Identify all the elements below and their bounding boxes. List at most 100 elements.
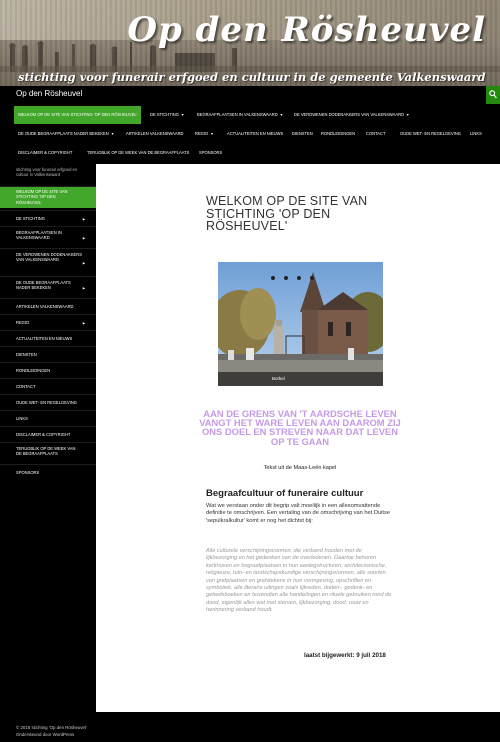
nav-item-disclaimer[interactable]: Disclaimer & copyright [14, 144, 76, 162]
nav-item-diensten[interactable]: Diensten [288, 125, 317, 143]
nav-item-label: De Stichting [150, 112, 179, 117]
search-button[interactable] [486, 86, 500, 104]
sidebar-item-label: Actualiteiten en nieuws [16, 336, 73, 341]
sidebar-item-welkom[interactable]: Welkom op de site van Stichting 'Op den … [0, 186, 96, 208]
slider-dot[interactable] [297, 276, 301, 280]
slider-caption: Borkel [218, 372, 383, 386]
sidebar-item-oude-begraafplaats[interactable]: De oude begraafplaats nader bekeken ► [0, 276, 96, 298]
nav-item-welkom[interactable]: Welkom op de site van Stichting 'Op den … [14, 106, 142, 124]
sidebar-item-artikelen[interactable]: Artikelen Valkenswaard [0, 298, 96, 314]
nav-item-label: Terugblik op de week van de begraafplaat… [87, 150, 190, 155]
banner-title: Op den Rösheuvel [127, 10, 486, 50]
nav-item-label: Rondleidingen [321, 131, 356, 136]
header-banner[interactable]: Op den Rösheuvel stichting voor funerair… [0, 0, 500, 86]
nav-item-begraafplaatsen[interactable]: Begraafplaatsen in Valkenswaard ▼ [193, 106, 287, 124]
slider-dot[interactable] [284, 276, 288, 280]
nav-item-label: De oude begraafplaats nader bekeken [18, 131, 109, 136]
nav-item-oude-begraafplaats[interactable]: De oude begraafplaats nader bekeken ▼ [14, 125, 118, 143]
definition-paragraph: Alle culturele verschijningsvormen, die … [206, 548, 392, 614]
nav-item-label: De verdwenen dodenakkers van Valkenswaar… [294, 112, 405, 117]
chevron-right-icon: ► [82, 319, 86, 325]
sidebar-item-label: Begraafplaatsen in Valkenswaard [16, 230, 62, 241]
secondary-sidebar: stichting voor funerair erfgoed en cultu… [0, 164, 96, 712]
sidebar-item-diensten[interactable]: Diensten [0, 346, 96, 362]
sidebar-item-oude-wet[interactable]: Oude wet- en regelgeving [0, 394, 96, 410]
sidebar-item-label: Artikelen Valkenswaard [16, 304, 74, 309]
sidebar-item-label: Contact [16, 384, 36, 389]
sidebar-item-label: Regio [16, 320, 30, 325]
chevron-right-icon: ► [82, 284, 86, 290]
slider-dot[interactable] [271, 276, 275, 280]
nav-item-terugblik[interactable]: Terugblik op de week van de begraafplaat… [83, 144, 193, 162]
top-bar: Op den Rösheuvel [0, 86, 500, 104]
nav-item-sponsors[interactable]: Sponsors [195, 144, 226, 162]
nav-item-label: Actualiteiten en nieuws [227, 131, 284, 136]
sidebar-item-de-stichting[interactable]: De Stichting ► [0, 210, 96, 226]
chevron-down-icon: ▼ [210, 132, 214, 136]
main-content: Welkom op de site van Stichting 'Op den … [96, 164, 500, 712]
sidebar-item-links[interactable]: Links [0, 410, 96, 426]
sidebar-item-label: Terugblik op de week van de begraafplaat… [16, 446, 76, 457]
sidebar-item-terugblik[interactable]: Terugblik op de week van de begraafplaat… [0, 442, 96, 464]
sidebar-item-sponsors[interactable]: Sponsors [0, 464, 96, 480]
nav-item-label: Welkom op de site van Stichting 'Op den … [18, 112, 138, 117]
nav-item-de-stichting[interactable]: De Stichting ▼ [146, 106, 188, 124]
site-title-link[interactable]: Op den Rösheuvel [16, 89, 82, 98]
site-footer: © 2018 stichting 'Op den Rösheuvel' Onde… [0, 712, 500, 742]
sidebar-item-label: Disclaimer & copyright [16, 432, 71, 437]
nav-item-label: Links [470, 131, 482, 136]
nav-item-artikelen[interactable]: Artikelen Valkenswaard [122, 125, 187, 143]
sidebar-item-regio[interactable]: Regio ► [0, 314, 96, 330]
last-updated: laatst bijgewerkt: 9 juli 2018 [304, 652, 386, 659]
chevron-down-icon: ▼ [110, 132, 115, 136]
nav-item-contact[interactable]: Contact [362, 125, 389, 143]
sidebar-item-begraafplaatsen[interactable]: Begraafplaatsen in Valkenswaard ► [0, 226, 96, 248]
slider-pagination [271, 267, 323, 285]
nav-item-label: Disclaimer & copyright [18, 150, 73, 155]
sidebar-item-verdwenen-dodenakkers[interactable]: De verdwenen dodenakkers van Valkenswaar… [0, 248, 96, 276]
chevron-down-icon: ▼ [406, 113, 410, 117]
nav-item-label: Oude wet- en regelgeving [400, 131, 461, 136]
nav-item-verdwenen-dodenakkers[interactable]: De verdwenen dodenakkers van Valkenswaar… [290, 106, 414, 124]
footer-powered-by[interactable]: Ondersteund door WordPress [16, 732, 74, 737]
sidebar-item-label: Diensten [16, 352, 37, 357]
section-title: Begraafcultuur of funeraire cultuur [206, 488, 364, 499]
quote-source: Tekst uit de Maas-Leën kapel [263, 465, 337, 471]
nav-item-label: Regio [195, 131, 209, 136]
nav-item-rondleidingen[interactable]: Rondleidingen [317, 125, 359, 143]
page-title: Welkom op de site van Stichting 'Op den … [206, 194, 368, 233]
sidebar-item-label: Links [16, 416, 28, 421]
nav-item-label: Contact [366, 131, 386, 136]
intro-paragraph: Wat we verstaan onder dit begrip valt mo… [206, 503, 390, 524]
chevron-right-icon: ► [82, 234, 86, 240]
slider-dot[interactable] [310, 276, 314, 280]
nav-item-oude-wet[interactable]: Oude wet- en regelgeving [396, 125, 465, 143]
nav-item-label: Artikelen Valkenswaard [126, 131, 184, 136]
primary-navigation: Welkom op de site van Stichting 'Op den … [0, 104, 500, 164]
chevron-right-icon: ► [82, 259, 86, 265]
nav-item-regio[interactable]: Regio ▼ [191, 125, 218, 143]
sidebar-item-contact[interactable]: Contact [0, 378, 96, 394]
featured-quote: Aan de grens van 't aardsche leven vangt… [199, 408, 401, 447]
sidebar-item-rondleidingen[interactable]: Rondleidingen [0, 362, 96, 378]
chevron-down-icon: ▼ [180, 113, 185, 117]
sidebar-item-label: Welkom op de site van Stichting 'Op den … [16, 189, 68, 205]
sidebar-item-label: De Stichting [16, 216, 45, 221]
chevron-right-icon: ► [82, 215, 86, 221]
sidebar-item-label: De verdwenen dodenakkers van Valkenswaar… [16, 252, 82, 263]
site-description: stichting voor funerair erfgoed en cultu… [16, 167, 78, 178]
banner-tagline: stichting voor funerair erfgoed en cultu… [18, 70, 486, 84]
sidebar-item-label: De oude begraafplaats nader bekeken [16, 280, 71, 291]
nav-item-label: Sponsors [199, 150, 223, 155]
nav-item-links[interactable]: Links [466, 125, 486, 143]
image-slider[interactable]: Borkel [218, 262, 383, 386]
nav-item-label: Begraafplaatsen in Valkenswaard [197, 112, 278, 117]
sidebar-item-label: Sponsors [16, 470, 40, 475]
search-icon [489, 90, 497, 99]
nav-item-actualiteiten[interactable]: Actualiteiten en nieuws [223, 125, 287, 143]
sidebar-item-actualiteiten[interactable]: Actualiteiten en nieuws [0, 330, 96, 346]
sidebar-item-label: Rondleidingen [16, 368, 51, 373]
footer-copyright[interactable]: © 2018 stichting 'Op den Rösheuvel' [16, 725, 87, 730]
sidebar-item-label: Oude wet- en regelgeving [16, 400, 77, 405]
sidebar-item-disclaimer[interactable]: Disclaimer & copyright [0, 426, 96, 442]
